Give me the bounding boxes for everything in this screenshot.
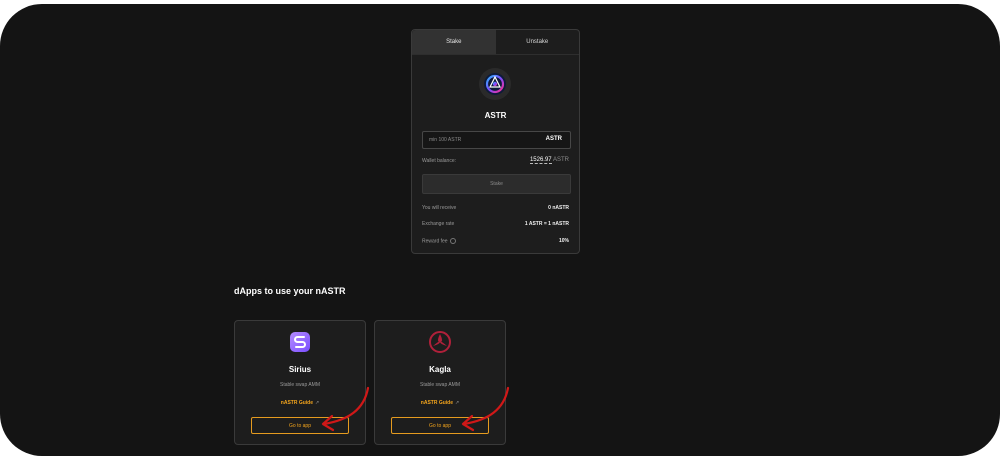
guide-label: nASTR Guide: [420, 400, 454, 406]
red-arrow-annotation: [461, 386, 510, 432]
stake-card: Stake Unstake ASTR min 100 ASTR ASTR Wal…: [411, 29, 580, 254]
reward-fee-label: Reward fee: [422, 238, 448, 245]
stake-button[interactable]: Stake: [422, 174, 571, 194]
kagla-logo-icon: [428, 330, 452, 354]
app-frame: Stake Unstake ASTR min 100 ASTR ASTR Wal…: [0, 4, 1000, 456]
astar-logo-icon: [479, 68, 511, 100]
amount-placeholder: min 100 ASTR: [429, 137, 462, 143]
exchange-rate-value: 1 ASTR = 1 nASTR: [524, 221, 569, 227]
receive-label: You will receive: [422, 205, 457, 211]
amount-symbol: ASTR: [545, 136, 562, 142]
exchange-rate-label: Exchange rate: [422, 221, 455, 227]
tab-unstake[interactable]: Unstake: [496, 30, 580, 54]
info-icon[interactable]: [449, 238, 456, 244]
wallet-balance-label: Wallet balance:: [422, 158, 456, 164]
wallet-balance-unit: ASTR: [552, 157, 569, 163]
token-name: ASTR: [484, 111, 507, 120]
stake-tabs: Stake Unstake: [412, 30, 579, 55]
amount-input[interactable]: min 100 ASTR ASTR: [422, 131, 571, 149]
dapp-name: Sirius: [288, 365, 312, 374]
tab-stake[interactable]: Stake: [412, 30, 496, 54]
wallet-balance-value: 1526.97 ASTR: [529, 157, 569, 164]
sirius-logo-icon: [288, 330, 312, 354]
exchange-rate-row: Exchange rate 1 ASTR = 1 nASTR: [422, 221, 569, 227]
reward-fee-value: 10%: [558, 238, 569, 244]
dapps-section-title: dApps to use your nASTR: [234, 286, 346, 296]
reward-fee-row: Reward fee 10%: [422, 238, 569, 244]
receive-row: You will receive 0 nASTR: [422, 205, 569, 211]
red-arrow-annotation: [321, 386, 370, 432]
receive-value: 0 nASTR: [548, 205, 569, 211]
guide-label: nASTR Guide: [280, 400, 314, 406]
wallet-balance-number[interactable]: 1526.97: [529, 157, 552, 164]
dapp-name: Kagla: [429, 365, 451, 374]
